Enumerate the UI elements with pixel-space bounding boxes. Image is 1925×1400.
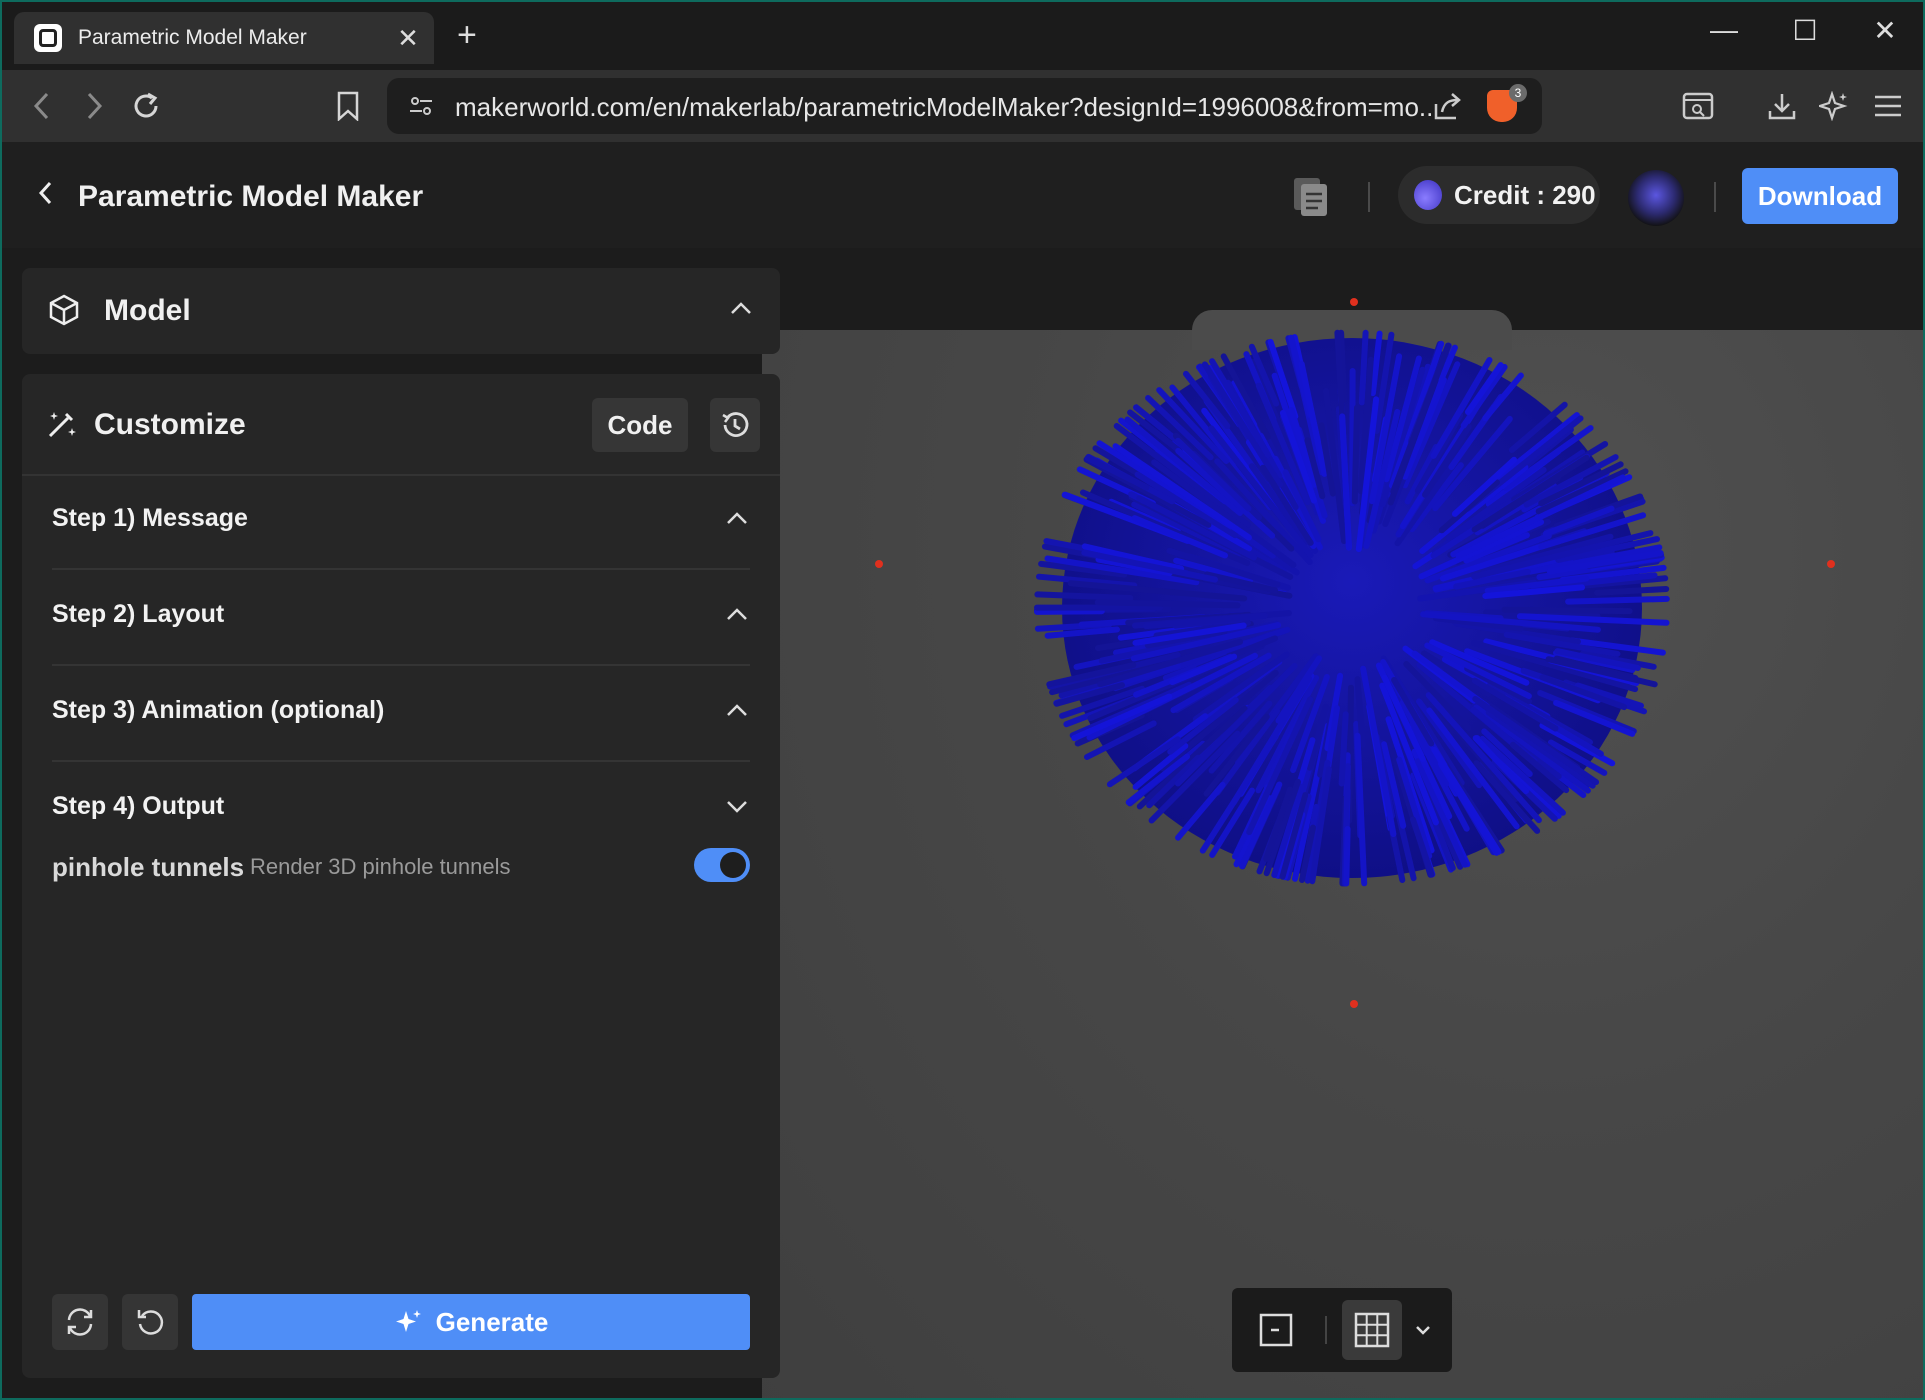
site-settings-icon[interactable] [401,84,441,128]
sparkle-icon [395,1310,421,1332]
option-description: Render 3D pinhole tunnels [250,854,511,879]
avatar[interactable] [1628,170,1684,226]
chevron-up-icon[interactable] [726,600,748,628]
pinhole-tunnel-rod [1094,599,1241,609]
step-label: Step 4) Output [52,792,225,820]
magic-wand-icon [46,408,78,440]
step-label: Step 1) Message [52,504,248,532]
pinhole-tunnel-rod [1338,711,1349,787]
viewport-toolbar-divider [1325,1316,1327,1344]
tab-title: Parametric Model Maker [78,26,307,49]
code-button[interactable]: Code [592,398,688,452]
randomize-icon[interactable] [52,1294,108,1350]
maximize-button[interactable]: ☐ [1780,14,1830,47]
pinhole-tunnels-option: pinhole tunnels Render 3D pinhole tunnel… [52,842,750,892]
browser-tab[interactable]: Parametric Model Maker ✕ [14,12,434,64]
reload-icon[interactable] [126,84,166,128]
window-close-button[interactable]: ✕ [1860,14,1910,47]
plate-marker [1827,560,1835,568]
header-divider [1368,182,1370,212]
forward-icon[interactable] [74,84,114,128]
back-icon[interactable] [22,84,62,128]
download-button[interactable]: Download [1742,168,1898,224]
pinhole-tunnel-rod [1358,329,1369,406]
plate-marker [1350,1000,1358,1008]
plate-marker [875,560,883,568]
cube-icon [48,294,80,326]
model-panel-label: Model [104,294,191,327]
credit-badge[interactable]: Credit : 290 [1398,166,1600,224]
share-icon[interactable] [1427,84,1467,128]
browser-toolbar: makerworld.com/en/makerlab/parametricMod… [2,70,1923,142]
sparkle-icon[interactable] [1814,84,1854,128]
pinhole-tunnel-rod [1501,606,1633,615]
plate-marker [1350,298,1358,306]
minimize-button[interactable]: — [1699,14,1749,46]
address-bar[interactable]: makerworld.com/en/makerlab/parametricMod… [387,78,1542,134]
chevron-up-icon[interactable] [730,294,752,322]
browser-window: Parametric Model Maker ✕ + — ☐ ✕ makerwo… [2,2,1923,1398]
credit-label: Credit : 290 [1454,179,1596,210]
customize-label: Customize [94,408,246,441]
pinhole-tunnel-rod [1565,595,1670,605]
hamburger-icon[interactable] [1868,84,1908,128]
view-toggle-button[interactable] [1246,1300,1306,1360]
reset-icon[interactable] [122,1294,178,1350]
back-arrow-icon[interactable] [36,178,54,216]
documents-icon[interactable] [1292,176,1327,216]
shield-count-badge: 3 [1509,84,1527,102]
pinhole-tunnel-rod [1034,591,1134,601]
tab-close-icon[interactable]: ✕ [388,23,428,54]
header-divider [1714,182,1716,212]
step-label: Step 2) Layout [52,600,225,628]
download-icon[interactable] [1762,84,1802,128]
new-tab-button[interactable]: + [457,16,477,55]
grid-icon[interactable] [1342,1300,1402,1360]
chevron-up-icon[interactable] [726,504,748,532]
app-header: Parametric Model Maker Credit : 290 Down… [2,142,1923,248]
pinhole-tunnel-rod [1034,608,1105,615]
url-text: makerworld.com/en/makerlab/parametricMod… [455,92,1435,122]
step-label: Step 3) Animation (optional) [52,696,385,724]
bookmark-icon[interactable] [328,84,368,128]
option-name: pinhole tunnels [52,852,245,882]
pinhole-sphere-model [1034,329,1670,887]
chevron-up-icon[interactable] [726,696,748,724]
pinhole-tunnel-rod [1594,586,1670,596]
page-title: Parametric Model Maker [78,180,424,213]
tab-strip: Parametric Model Maker ✕ + — ☐ ✕ [2,2,1923,70]
makerworld-favicon-icon [34,24,62,52]
toggle-knob [720,852,746,878]
customize-header: Customize Code [22,374,780,476]
history-icon[interactable] [710,398,760,452]
step-section-message[interactable]: Step 1) Message [52,474,750,570]
panel-actions: Generate [52,1294,750,1352]
credit-flask-icon [1414,180,1442,210]
chevron-down-icon[interactable] [1408,1300,1438,1360]
pinhole-tunnels-toggle[interactable] [694,848,750,882]
pinhole-tunnel-rod [1343,826,1351,887]
customize-panel: Customize Code Step 1) Message Step 2) L… [22,374,780,1378]
step-section-layout[interactable]: Step 2) Layout [52,570,750,666]
reader-mode-icon[interactable] [1678,84,1718,128]
pinhole-tunnel-rod [1351,404,1360,505]
generate-button[interactable]: Generate [192,1294,750,1350]
viewport-toolbar [1232,1288,1452,1372]
step-section-animation[interactable]: Step 3) Animation (optional) [52,666,750,762]
model-panel[interactable]: Model [22,268,780,354]
chevron-down-icon[interactable] [726,792,748,820]
generate-label: Generate [435,1306,549,1337]
